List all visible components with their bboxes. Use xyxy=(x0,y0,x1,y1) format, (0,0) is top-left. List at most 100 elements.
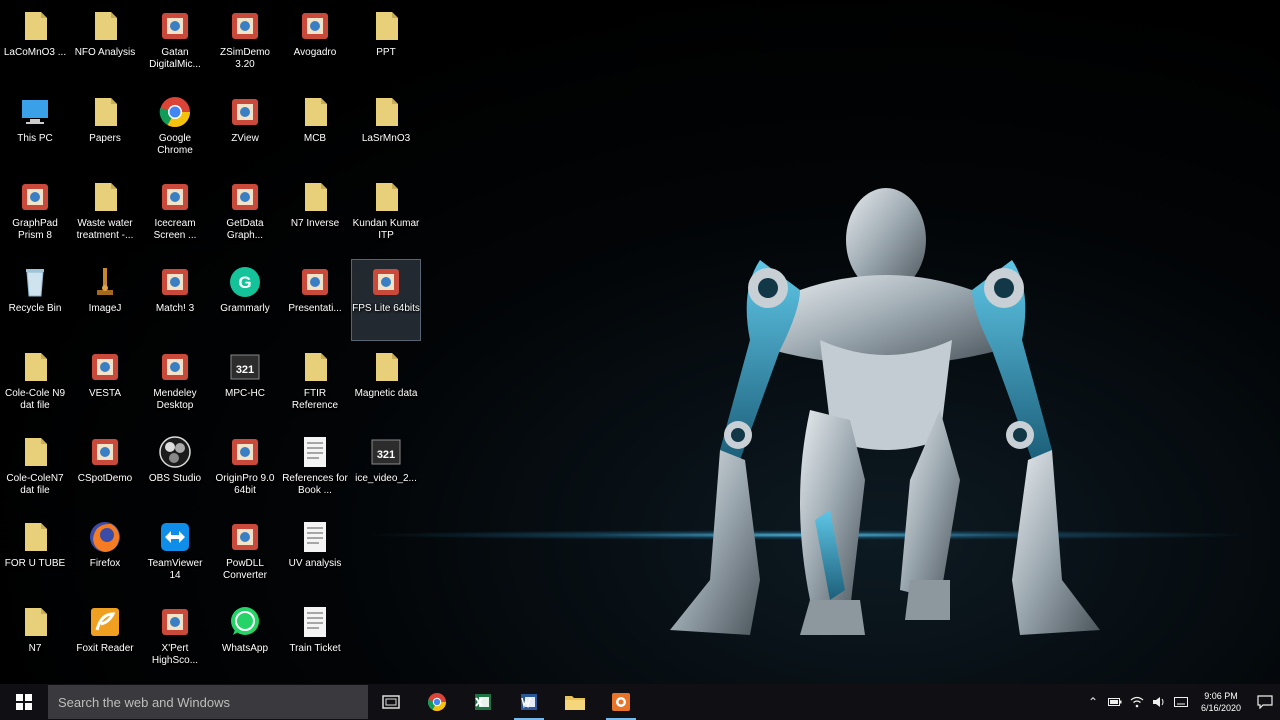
desktop-icon[interactable]: 321 ice_video_2... xyxy=(352,430,420,510)
taskbar-excel[interactable] xyxy=(460,684,506,720)
desktop-icon[interactable]: X'Pert HighSco... xyxy=(141,600,209,680)
folder-icon xyxy=(565,696,585,710)
firefox-icon xyxy=(87,519,123,555)
desktop-icon[interactable]: N7 xyxy=(1,600,69,680)
taskbar-file-explorer[interactable] xyxy=(552,684,598,720)
chevron-up-icon: ⌃ xyxy=(1087,695,1099,709)
desktop-icon-label: MCB xyxy=(303,133,327,144)
desktop-icon-label: Kundan Kumar ITP xyxy=(352,218,420,241)
desktop-icon[interactable]: 321 MPC-HC xyxy=(211,345,279,425)
desktop-icon[interactable]: Kundan Kumar ITP xyxy=(352,175,420,255)
desktop-icon-label: UV analysis xyxy=(288,558,342,569)
desktop-icon[interactable]: Presentati... xyxy=(281,260,349,340)
desktop-icon-label: Match! 3 xyxy=(155,303,195,314)
desktop-icon[interactable]: OBS Studio xyxy=(141,430,209,510)
start-button[interactable] xyxy=(0,684,48,720)
folder-icon xyxy=(17,8,53,44)
taskbar-chrome[interactable] xyxy=(414,684,460,720)
desktop-icon[interactable]: Icecream Screen ... xyxy=(141,175,209,255)
desktop-icon-label: GraphPad Prism 8 xyxy=(12,218,58,241)
desktop-icon[interactable]: ImageJ xyxy=(71,260,139,340)
desktop-icon[interactable]: PowDLL Converter xyxy=(211,515,279,595)
desktop-icon[interactable]: WhatsApp xyxy=(211,600,279,680)
desktop-icon[interactable]: Google Chrome xyxy=(141,90,209,170)
desktop-icon[interactable]: Match! 3 xyxy=(141,260,209,340)
desktop-icon[interactable]: Firefox xyxy=(71,515,139,595)
desktop-icon[interactable]: Gatan DigitalMic... xyxy=(141,4,209,84)
folder-icon xyxy=(17,519,53,555)
search-box[interactable] xyxy=(48,685,368,719)
desktop-icon[interactable]: Train Ticket xyxy=(281,600,349,680)
teamviewer-icon xyxy=(157,519,193,555)
desktop-icon[interactable]: GraphPad Prism 8 xyxy=(1,175,69,255)
desktop-icon[interactable]: Mendeley Desktop xyxy=(141,345,209,425)
desktop-icon[interactable]: TeamViewer 14 xyxy=(141,515,209,595)
document-icon xyxy=(297,604,333,640)
desktop-icon[interactable]: Cole-ColeN7 dat file xyxy=(1,430,69,510)
desktop-icon[interactable]: Waste water treatment -... xyxy=(71,175,139,255)
desktop-icon[interactable]: LaCoMnO3 ... xyxy=(1,4,69,84)
desktop-icon[interactable]: ZView xyxy=(211,90,279,170)
desktop-icon[interactable]: Recycle Bin xyxy=(1,260,69,340)
network-button[interactable] xyxy=(1126,684,1148,720)
action-center-button[interactable] xyxy=(1250,695,1280,709)
desktop-icon[interactable]: Cole-Cole N9 dat file xyxy=(1,345,69,425)
desktop-icon-label: Recycle Bin xyxy=(8,303,62,314)
taskbar-word[interactable] xyxy=(506,684,552,720)
desktop-icon[interactable]: G Grammarly xyxy=(211,260,279,340)
app-icon xyxy=(227,179,263,215)
desktop-icon[interactable]: N7 Inverse xyxy=(281,175,349,255)
obs-icon xyxy=(157,434,193,470)
desktop-icon[interactable]: MCB xyxy=(281,90,349,170)
desktop-icon-label: Waste water treatment -... xyxy=(76,218,134,241)
app-icon xyxy=(227,8,263,44)
recycle-bin-icon xyxy=(17,264,53,300)
desktop-icon[interactable]: References for Book ... xyxy=(281,430,349,510)
folder-icon xyxy=(368,349,404,385)
spreadsheet-icon xyxy=(475,694,491,710)
task-view-icon xyxy=(382,695,400,709)
keyboard-button[interactable] xyxy=(1170,684,1192,720)
desktop[interactable]: LaCoMnO3 ... NFO Analysis Gatan DigitalMic… xyxy=(0,0,1280,684)
recorder-icon xyxy=(612,693,630,711)
desktop-icon[interactable]: UV analysis xyxy=(281,515,349,595)
app-icon xyxy=(227,94,263,130)
desktop-icon[interactable]: Papers xyxy=(71,90,139,170)
desktop-icon-label: ZSimDemo 3.20 xyxy=(219,47,270,70)
desktop-icon-label: ice_video_2... xyxy=(355,473,417,484)
desktop-icon-label: PowDLL Converter xyxy=(223,558,267,581)
folder-icon xyxy=(17,349,53,385)
battery-button[interactable] xyxy=(1104,684,1126,720)
wallpaper-robot xyxy=(670,188,1100,635)
app-icon xyxy=(227,434,263,470)
desktop-icon[interactable]: FOR U TUBE xyxy=(1,515,69,595)
app-icon xyxy=(157,604,193,640)
taskbar-screen-recorder[interactable] xyxy=(598,684,644,720)
desktop-icon[interactable]: OriginPro 9.0 64bit xyxy=(211,430,279,510)
desktop-icon[interactable]: PPT xyxy=(352,4,420,84)
task-view-button[interactable] xyxy=(368,684,414,720)
volume-button[interactable] xyxy=(1148,684,1170,720)
search-input[interactable] xyxy=(48,693,360,711)
app-icon xyxy=(17,179,53,215)
desktop-icon[interactable]: This PC xyxy=(1,90,69,170)
notification-icon xyxy=(1257,695,1273,709)
desktop-icon[interactable]: FPS Lite 64bits xyxy=(351,259,421,341)
desktop-icon[interactable]: FTIR Reference xyxy=(281,345,349,425)
desktop-icon[interactable]: Avogadro xyxy=(281,4,349,84)
desktop-icon[interactable]: NFO Analysis xyxy=(71,4,139,84)
desktop-icon[interactable]: CSpotDemo xyxy=(71,430,139,510)
desktop-icon[interactable]: Foxit Reader xyxy=(71,600,139,680)
desktop-icon-label: CSpotDemo xyxy=(77,473,133,484)
clock[interactable]: 9:06 PM 6/16/2020 xyxy=(1192,690,1250,714)
show-hidden-icons-button[interactable]: ⌃ xyxy=(1082,684,1104,720)
desktop-icon[interactable]: LaSrMnO3 xyxy=(352,90,420,170)
desktop-icon[interactable]: VESTA xyxy=(71,345,139,425)
clock-time: 9:06 PM xyxy=(1204,691,1238,701)
desktop-icon[interactable]: Magnetic data xyxy=(352,345,420,425)
desktop-icon-label: Grammarly xyxy=(220,303,270,314)
desktop-icon[interactable]: ZSimDemo 3.20 xyxy=(211,4,279,84)
desktop-icon-label: X'Pert HighSco... xyxy=(151,643,199,666)
desktop-icon[interactable]: GetData Graph... xyxy=(211,175,279,255)
desktop-icon-label: N7 xyxy=(28,643,42,654)
